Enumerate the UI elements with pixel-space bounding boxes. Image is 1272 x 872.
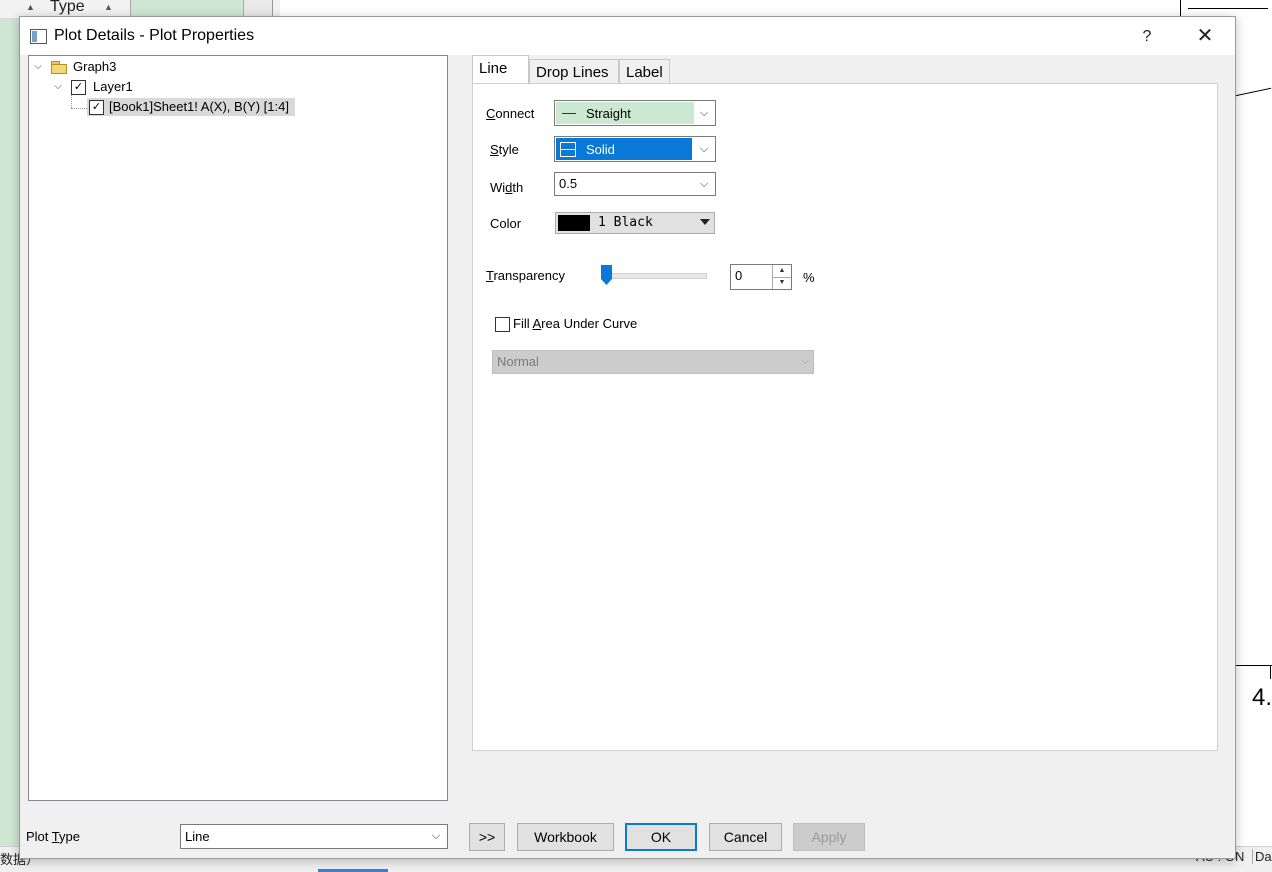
spin-down-icon[interactable]: ▼ (773, 277, 791, 289)
chevron-down-icon[interactable]: ⌵ (425, 825, 447, 848)
tree-item-label: Layer1 (93, 79, 133, 94)
straight-line-icon (562, 113, 576, 114)
sort-up-icon: ▲ (104, 2, 113, 12)
plot-tree[interactable]: ⌵ Graph3 ⌵ ✓ Layer1 ✓ [Book1]Sheet1! A(X… (28, 55, 448, 801)
transparency-slider-thumb[interactable] (601, 265, 612, 285)
width-value: 0.5 (559, 176, 578, 191)
width-combobox[interactable]: 0.5 ⌵ (554, 172, 716, 196)
chevron-down-icon[interactable]: ⌵ (33, 58, 43, 76)
tab-line[interactable]: Line (472, 55, 529, 85)
plot-type-value: Line (185, 829, 210, 844)
fill-mode-value: Normal (497, 354, 539, 369)
dropdown-arrow-icon[interactable] (700, 219, 710, 225)
tree-item-plot[interactable]: ✓ [Book1]Sheet1! A(X), B(Y) [1:4] (87, 98, 295, 116)
folder-open-icon (51, 61, 67, 74)
column-header-type: Type (50, 0, 85, 15)
chevron-down-icon[interactable]: ⌵ (53, 78, 63, 96)
dialog-titlebar[interactable]: Plot Details - Plot Properties ? ✕ (20, 17, 1235, 55)
color-select[interactable]: 1 Black (555, 212, 715, 234)
spin-buttons: ▲ ▼ (772, 265, 791, 289)
width-label: Width (490, 180, 524, 195)
window-icon (30, 29, 47, 44)
apply-button[interactable]: Apply (793, 823, 865, 851)
solid-line-icon (560, 142, 576, 157)
chevron-down-icon[interactable]: ⌵ (693, 101, 715, 125)
ok-button[interactable]: OK (625, 823, 697, 851)
background-graph-axis (1232, 665, 1272, 666)
transparency-label: Transparency (486, 268, 566, 283)
tab-panel-line: Connect Straight ⌵ Style Solid ⌵ Width 0… (472, 83, 1218, 751)
layer-checkbox[interactable]: ✓ (71, 80, 86, 95)
workbook-button[interactable]: Workbook (517, 823, 614, 851)
percent-unit: % (803, 270, 815, 285)
connect-select-highlight: Straight (556, 102, 694, 124)
fill-mode-select: Normal ⌵ (492, 350, 814, 374)
tree-item-label: Graph3 (73, 59, 117, 74)
plot-type-select[interactable]: Line ⌵ (180, 824, 448, 849)
chevron-down-icon[interactable]: ⌵ (693, 173, 715, 195)
background-graph-tick-label: 4. (1252, 684, 1272, 711)
chevron-down-icon: ⌵ (801, 356, 809, 367)
color-swatch (558, 215, 590, 231)
background-graph-frame (1188, 8, 1268, 9)
style-select[interactable]: Solid ⌵ (554, 136, 716, 162)
style-label: Style (490, 142, 519, 157)
color-label: Color (490, 216, 522, 231)
tab-label[interactable]: Label (619, 59, 670, 85)
connect-select[interactable]: Straight ⌵ (554, 100, 716, 126)
background-graph-tick (1270, 665, 1271, 679)
close-icon: ✕ (1196, 25, 1214, 47)
fill-area-checkbox[interactable] (495, 317, 510, 332)
sort-up-icon: ▲ (26, 2, 35, 12)
background-worksheet-strip (0, 0, 20, 871)
help-button[interactable]: ? (1134, 25, 1160, 49)
fill-area-label[interactable]: Fill Area Under Curve (513, 316, 637, 331)
plot-details-dialog: Plot Details - Plot Properties ? ✕ ⌵ Gra… (19, 16, 1236, 859)
style-select-highlight: Solid (556, 138, 692, 160)
tree-item-label: [Book1]Sheet1! A(X), B(Y) [1:4] (109, 99, 289, 114)
transparency-slider-track[interactable] (601, 273, 707, 279)
plot-checkbox[interactable]: ✓ (89, 100, 104, 115)
close-button[interactable]: ✕ (1190, 25, 1220, 49)
transparency-value: 0 (735, 268, 743, 283)
connect-value: Straight (586, 106, 631, 121)
dialog-title: Plot Details - Plot Properties (54, 27, 255, 44)
status-text-right-2: Dar (1252, 849, 1272, 864)
tab-drop-lines[interactable]: Drop Lines (529, 59, 619, 85)
transparency-spinbox[interactable]: 0 ▲ ▼ (730, 264, 792, 290)
style-value: Solid (586, 142, 615, 157)
chevron-down-icon[interactable]: ⌵ (693, 137, 715, 161)
color-value: 1 Black (598, 215, 653, 230)
expand-button[interactable]: >> (469, 823, 505, 851)
cancel-button[interactable]: Cancel (709, 823, 782, 851)
plot-type-label: Plot Type (26, 829, 80, 844)
connect-label: Connect (486, 106, 535, 121)
